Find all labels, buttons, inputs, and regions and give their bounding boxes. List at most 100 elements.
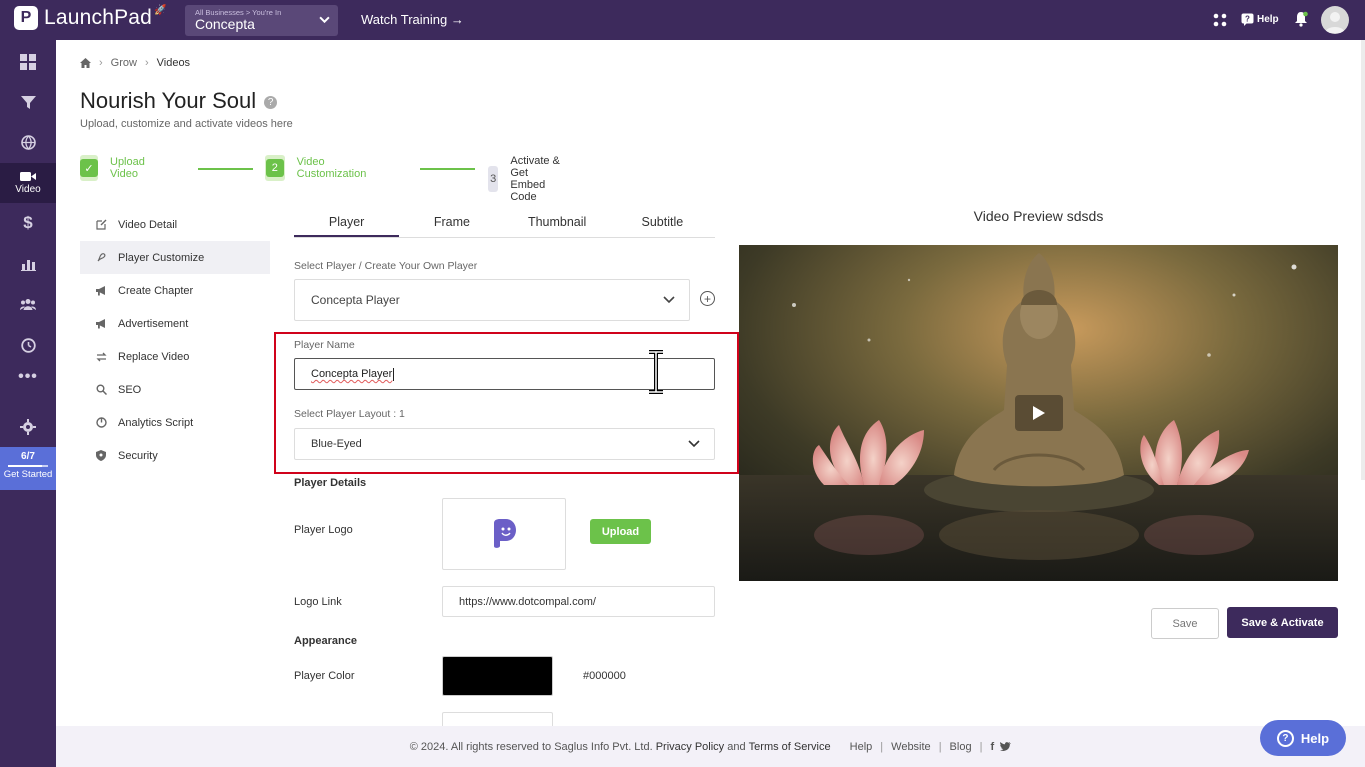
tab-player[interactable]: Player (294, 208, 400, 237)
analytics-icon (95, 417, 107, 428)
sidebar-item-video[interactable]: Video (0, 163, 56, 203)
step-label: Activate & Get Embed Code (510, 155, 560, 203)
player-color-label: Player Color (294, 670, 355, 682)
bell-icon[interactable] (1294, 11, 1308, 27)
tab-thumbnail[interactable]: Thumbnail (505, 208, 610, 237)
help-chat-button[interactable]: ? Help (1260, 720, 1346, 756)
step-connector (420, 168, 475, 170)
add-player-button[interactable]: + (700, 291, 715, 306)
nav-video-detail[interactable]: Video Detail (80, 208, 270, 241)
help-bubble-icon: ? (1241, 13, 1254, 26)
nav-security[interactable]: Security (80, 439, 270, 472)
footer-help-link[interactable]: Help (850, 741, 873, 753)
footer-website-link[interactable]: Website (891, 741, 931, 753)
logo-link-input[interactable]: https://www.dotcompal.com/ (442, 586, 715, 617)
nav-advertisement[interactable]: Advertisement (80, 307, 270, 340)
nav-analytics-script[interactable]: Analytics Script (80, 406, 270, 439)
user-silhouette-icon (1325, 12, 1345, 33)
help-label: Help (1257, 14, 1279, 25)
sidebar-item-websites[interactable] (0, 125, 56, 159)
page-scrollbar[interactable] (1361, 40, 1365, 480)
step-number-box: 2 (265, 155, 285, 181)
breadcrumb-grow[interactable]: Grow (111, 57, 137, 69)
select-player-dropdown[interactable]: Concepta Player (294, 279, 690, 321)
breadcrumb: › Grow › Videos (80, 57, 190, 69)
tab-frame[interactable]: Frame (399, 208, 504, 237)
svg-text:?: ? (1245, 15, 1250, 24)
nav-player-customize[interactable]: Player Customize (80, 241, 270, 274)
twitter-icon[interactable] (1000, 742, 1012, 751)
sidebar-item-settings[interactable] (0, 410, 56, 444)
play-button[interactable] (1015, 395, 1063, 431)
nav-create-chapter[interactable]: Create Chapter (80, 274, 270, 307)
question-icon[interactable]: ? (264, 95, 278, 109)
home-icon[interactable] (80, 58, 91, 68)
nav-seo[interactable]: SEO (80, 373, 270, 406)
dollar-icon: $ (23, 213, 33, 232)
ibeam-cursor-icon (649, 350, 663, 394)
video-preview-player[interactable] (739, 245, 1338, 581)
app-logo[interactable]: P LaunchPad 🚀 (14, 4, 171, 30)
palette-icon (95, 252, 107, 263)
user-avatar[interactable] (1321, 6, 1349, 34)
facebook-icon[interactable]: f (990, 741, 994, 753)
player-logo-label: Player Logo (294, 524, 353, 536)
privacy-policy-link[interactable]: Privacy Policy (656, 741, 724, 753)
save-button[interactable]: Save (1151, 608, 1219, 639)
users-icon (20, 299, 36, 310)
megaphone-icon (95, 285, 107, 296)
business-switcher[interactable]: All Businesses > You're In Concepta (185, 5, 338, 36)
footer-copyright: © 2024. All rights reserved to Saglus In… (409, 740, 653, 753)
step-label: Video Customization (296, 156, 367, 180)
apps-grid-icon[interactable] (1213, 13, 1227, 27)
sidebar-item-more[interactable]: ••• (0, 360, 56, 394)
sidebar-item-analytics[interactable] (0, 247, 56, 281)
nav-label: Video Detail (118, 218, 178, 231)
help-menu[interactable]: ? Help (1241, 13, 1279, 26)
logo-link-label: Logo Link (294, 596, 342, 608)
tab-subtitle[interactable]: Subtitle (610, 208, 715, 237)
rocket-icon: 🚀 (154, 4, 167, 16)
select-player-label: Select Player / Create Your Own Player (294, 260, 478, 272)
sidebar-item-contacts[interactable] (0, 287, 56, 321)
nav-label: Advertisement (118, 317, 189, 330)
nav-label: Create Chapter (118, 284, 194, 297)
page-title-text: Nourish Your Soul (80, 88, 257, 113)
player-layout-dropdown[interactable]: Blue-Eyed (294, 428, 715, 460)
sidebar-item-dashboard[interactable] (0, 45, 56, 79)
play-icon (1033, 406, 1045, 420)
footer-and: and (727, 740, 746, 753)
save-activate-button[interactable]: Save & Activate (1227, 607, 1338, 638)
player-color-swatch[interactable] (442, 656, 553, 696)
progress-label: Get Started (3, 469, 53, 480)
gauge-icon (20, 337, 36, 353)
nav-label: Replace Video (118, 350, 190, 363)
megaphone-icon (95, 318, 107, 329)
footer-separator: | (938, 740, 942, 753)
left-sidebar: Video $ ••• 6/7 Get Started (0, 40, 56, 767)
step-activate[interactable]: 3 Activate & Get Embed Code (488, 155, 565, 203)
step-label: Upload Video (110, 156, 145, 180)
nav-replace-video[interactable]: Replace Video (80, 340, 270, 373)
progress-count: 6/7 (21, 451, 35, 462)
sidebar-item-payments[interactable]: $ (0, 206, 56, 240)
step-video-customization[interactable]: 2 Video Customization (265, 155, 373, 181)
video-camera-icon (20, 172, 36, 181)
page-subtitle: Upload, customize and activate videos he… (80, 118, 293, 130)
main-content: › Grow › Videos Nourish Your Soul? Uploa… (56, 40, 1365, 767)
sidebar-item-reports[interactable] (0, 328, 56, 362)
watch-training-link[interactable]: Watch Training → (361, 12, 464, 27)
breadcrumb-separator: › (144, 57, 149, 69)
terms-link[interactable]: Terms of Service (749, 741, 831, 753)
player-name-label: Player Name (294, 339, 355, 351)
get-started-progress[interactable]: 6/7 Get Started (0, 447, 56, 490)
footer-separator: | (880, 740, 884, 753)
sidebar-item-funnels[interactable] (0, 85, 56, 119)
upload-logo-button[interactable]: Upload (590, 519, 651, 544)
breadcrumb-videos: Videos (156, 57, 191, 69)
globe-icon (20, 134, 36, 150)
footer-blog-link[interactable]: Blog (950, 741, 972, 753)
sidebar-video-label: Video (15, 184, 41, 195)
step-upload-video[interactable]: ✓ Upload Video (80, 155, 153, 181)
question-icon: ? (1276, 729, 1294, 747)
